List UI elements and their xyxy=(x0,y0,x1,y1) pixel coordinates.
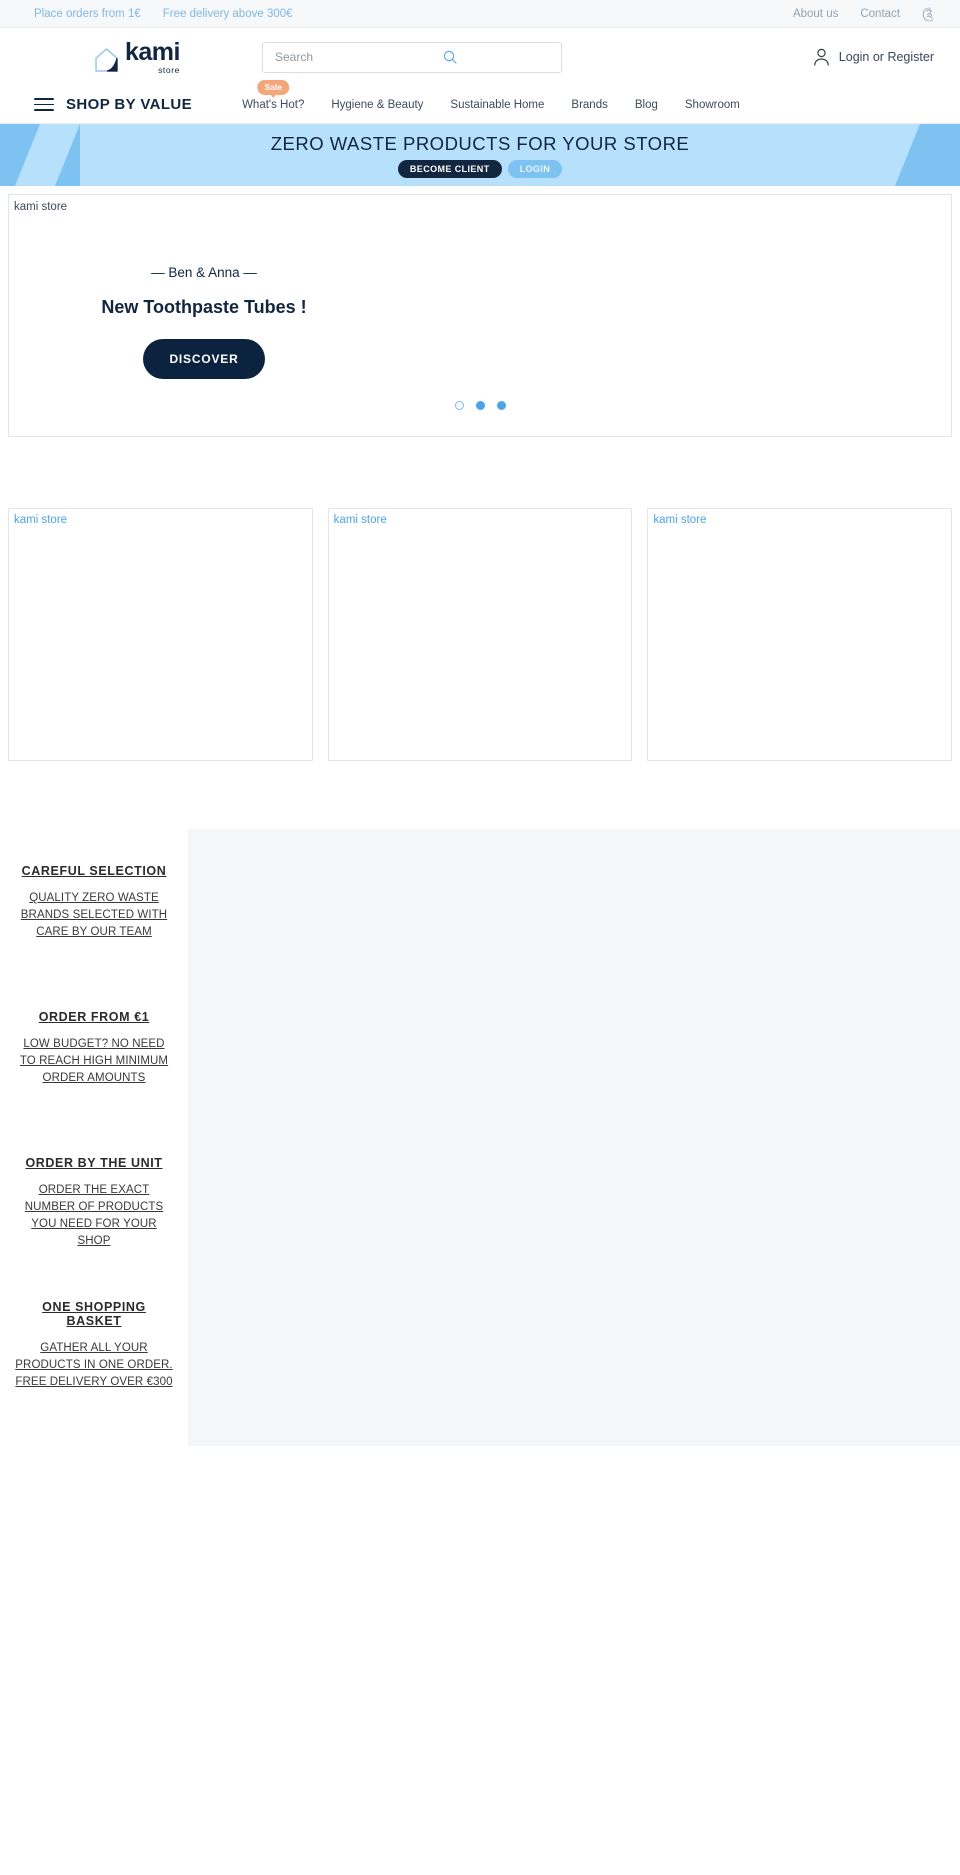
site-logo[interactable]: kami store xyxy=(94,37,214,75)
feature-text: LOW BUDGET? NO NEED TO REACH HIGH MINIMU… xyxy=(19,1038,169,1084)
feature-title: CAREFUL SELECTION xyxy=(21,864,167,878)
feature-text: ORDER THE EXACT NUMBER OF PRODUCTS YOU N… xyxy=(24,1184,164,1247)
topbar-left-links: Place orders from 1€ Free delivery above… xyxy=(34,8,293,20)
card-image-alt: kami store xyxy=(14,514,68,526)
logo-wordmark: kami store xyxy=(125,37,180,75)
search-bar[interactable] xyxy=(262,41,562,73)
discover-button[interactable]: DISCOVER xyxy=(143,339,265,379)
shop-by-value-button[interactable]: SHOP BY VALUE xyxy=(66,96,192,113)
features-section: CAREFUL SELECTION QUALITY ZERO WASTE BRA… xyxy=(0,829,960,1446)
user-icon xyxy=(813,48,830,66)
feature-title: ORDER BY THE UNIT xyxy=(25,1156,163,1170)
nav-links: Sale What's Hot? Hygiene & Beauty Sustai… xyxy=(242,79,740,111)
become-client-button[interactable]: BECOME CLIENT xyxy=(397,159,502,178)
category-cards: kami store kami store kami store xyxy=(0,508,960,761)
logo-name: kami xyxy=(125,37,180,66)
category-card[interactable]: kami store xyxy=(647,508,953,761)
nav-item-showroom[interactable]: Showroom xyxy=(685,99,740,111)
topbar-right-links: About us Contact ༊ xyxy=(793,7,934,20)
topbar-link-contact[interactable]: Contact xyxy=(860,8,900,20)
topbar-link-delivery[interactable]: Free delivery above 300€ xyxy=(163,8,293,20)
feature-one-shopping-basket: ONE SHOPPING BASKET GATHER ALL YOUR PROD… xyxy=(0,1300,188,1446)
feature-title: ONE SHOPPING BASKET xyxy=(42,1300,146,1328)
house-icon xyxy=(94,46,119,74)
features-image-area xyxy=(188,829,960,1446)
category-card[interactable]: kami store xyxy=(327,508,633,761)
nav-link-sustainable-home[interactable]: Sustainable Home xyxy=(450,99,544,111)
search-icon[interactable] xyxy=(443,50,457,64)
hero-image-alt: kami store xyxy=(14,201,68,213)
category-card[interactable]: kami store xyxy=(8,508,313,761)
carousel-dot-3[interactable] xyxy=(496,401,506,410)
nav-item-whats-hot[interactable]: Sale What's Hot? xyxy=(242,79,304,111)
logo-subtitle: store xyxy=(158,64,180,75)
hero-eyebrow: — Ben & Anna — xyxy=(151,265,257,280)
nav-link-showroom[interactable]: Showroom xyxy=(685,99,740,111)
main-navigation: SHOP BY VALUE Sale What's Hot? Hygiene &… xyxy=(0,79,960,124)
nav-item-hygiene-beauty[interactable]: Hygiene & Beauty xyxy=(331,99,423,111)
promo-title: ZERO WASTE PRODUCTS FOR YOUR STORE xyxy=(270,132,690,154)
login-register-button[interactable]: Login or Register xyxy=(813,48,934,66)
carousel-dot-1[interactable] xyxy=(454,401,464,410)
nav-link-brands[interactable]: Brands xyxy=(571,99,607,111)
hero-carousel[interactable]: kami store — Ben & Anna — New Toothpaste… xyxy=(8,194,952,437)
nav-item-brands[interactable]: Brands xyxy=(571,99,607,111)
features-column: CAREFUL SELECTION QUALITY ZERO WASTE BRA… xyxy=(0,829,188,1446)
topbar-link-about-us[interactable]: About us xyxy=(793,8,838,20)
status-badge: Sale xyxy=(257,79,289,98)
carousel-dot-2[interactable] xyxy=(475,401,485,410)
promo-banner: ZERO WASTE PRODUCTS FOR YOUR STORE BECOM… xyxy=(0,124,960,186)
site-header: kami store Login or Register xyxy=(0,28,960,86)
card-image-alt: kami store xyxy=(333,514,387,526)
feature-careful-selection: CAREFUL SELECTION QUALITY ZERO WASTE BRA… xyxy=(0,862,188,1008)
nav-link-whats-hot[interactable]: What's Hot? xyxy=(242,99,304,111)
feature-text: GATHER ALL YOUR PRODUCTS IN ONE ORDER. F… xyxy=(15,1342,173,1388)
login-register-label: Login or Register xyxy=(838,50,934,64)
nav-link-blog[interactable]: Blog xyxy=(635,99,658,111)
top-utility-bar: Place orders from 1€ Free delivery above… xyxy=(0,0,960,28)
feature-title: ORDER FROM €1 xyxy=(38,1010,150,1024)
search-input[interactable] xyxy=(275,50,443,64)
promo-buttons: BECOME CLIENT LOGIN xyxy=(397,159,563,178)
nav-item-blog[interactable]: Blog xyxy=(635,99,658,111)
card-image-alt: kami store xyxy=(653,514,707,526)
shopping-cart-icon[interactable]: ༊ xyxy=(922,7,934,20)
carousel-dots xyxy=(9,401,951,410)
hero-title: New Toothpaste Tubes ! xyxy=(101,297,307,317)
feature-order-by-unit: ORDER BY THE UNIT ORDER THE EXACT NUMBER… xyxy=(0,1154,188,1300)
login-button[interactable]: LOGIN xyxy=(507,159,563,178)
hero-content: — Ben & Anna — New Toothpaste Tubes ! DI… xyxy=(74,265,334,379)
hamburger-icon[interactable] xyxy=(34,94,54,115)
nav-link-hygiene-beauty[interactable]: Hygiene & Beauty xyxy=(331,99,423,111)
feature-text: QUALITY ZERO WASTE BRANDS SELECTED WITH … xyxy=(20,892,168,938)
feature-order-from-1: ORDER FROM €1 LOW BUDGET? NO NEED TO REA… xyxy=(0,1008,188,1154)
nav-item-sustainable-home[interactable]: Sustainable Home xyxy=(450,99,544,111)
topbar-link-orders[interactable]: Place orders from 1€ xyxy=(34,8,141,20)
